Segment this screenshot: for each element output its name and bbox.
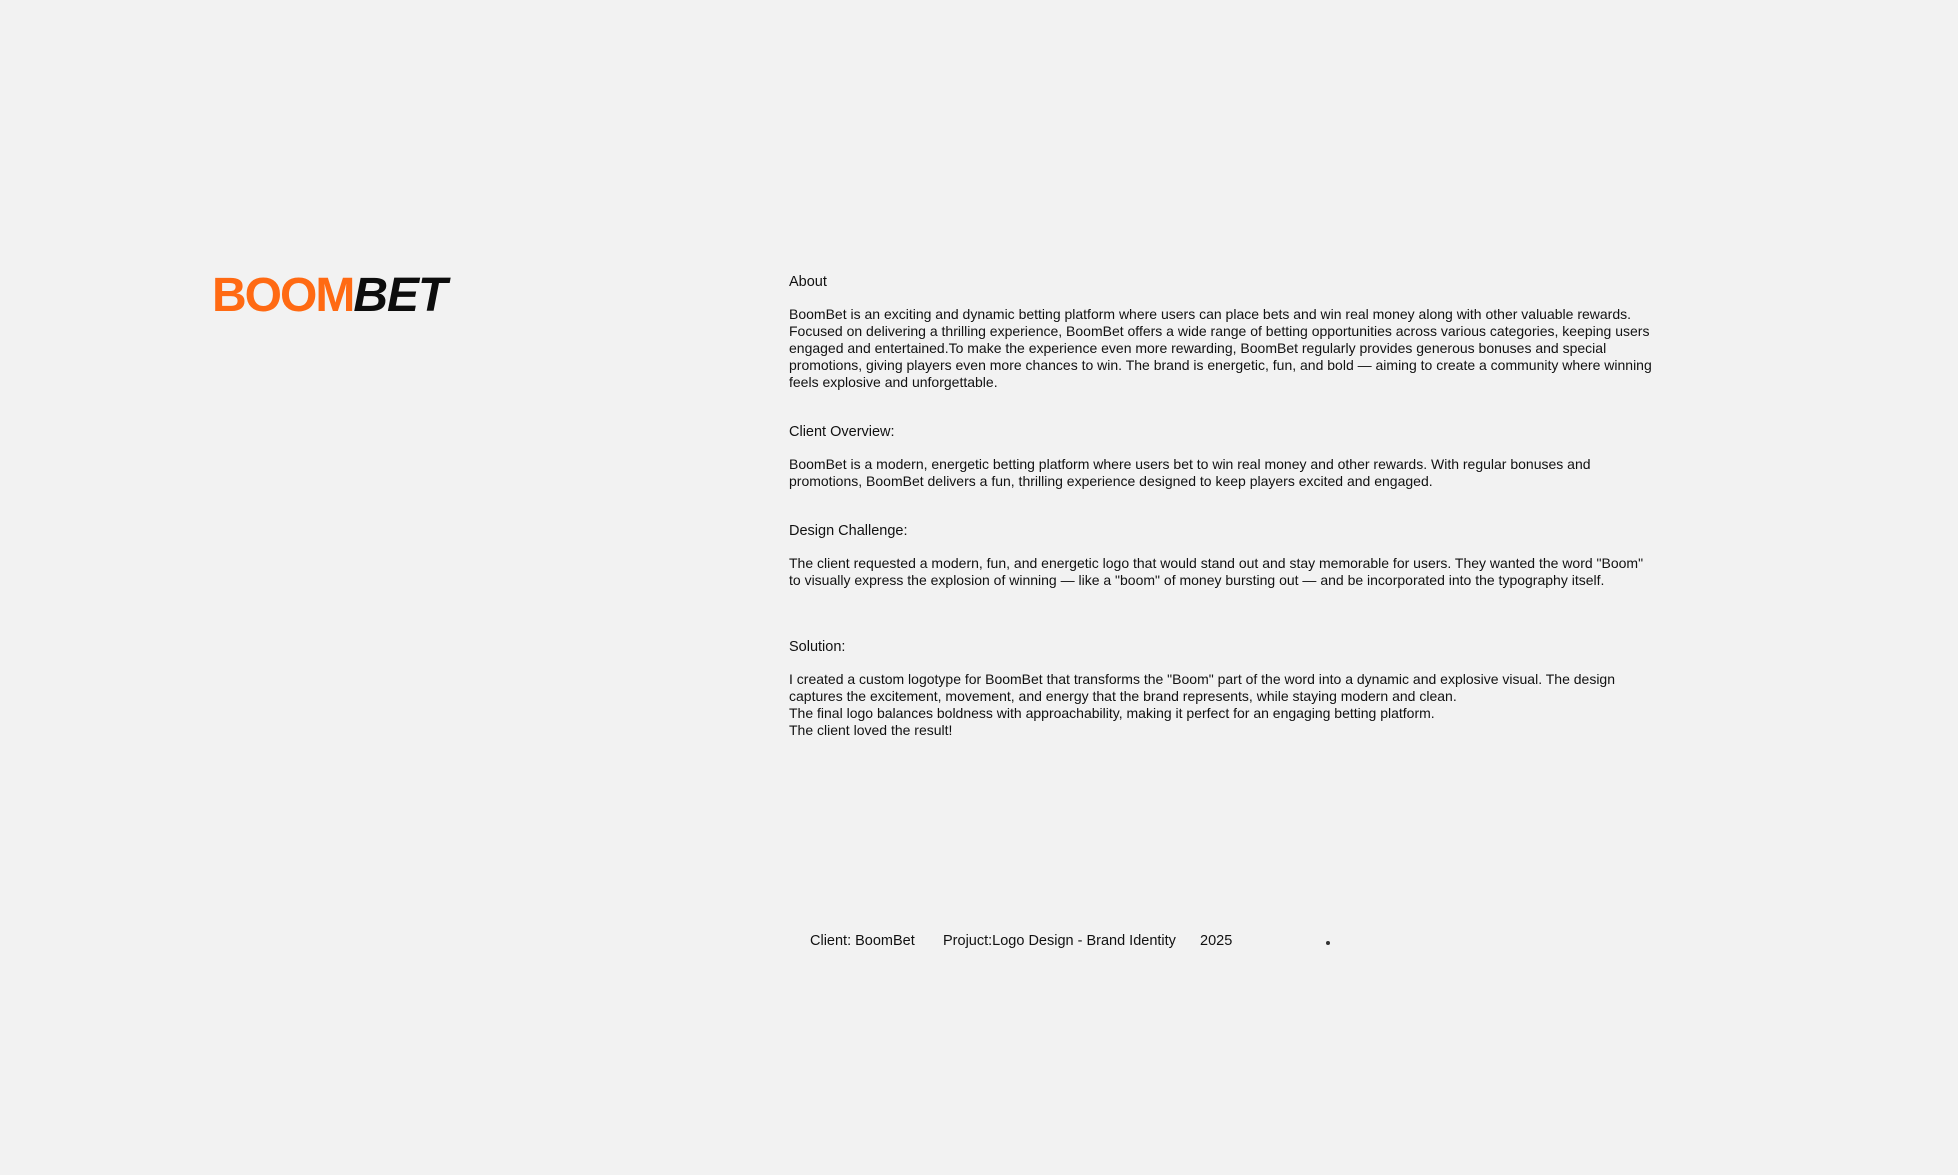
design-challenge-title: Design Challenge: bbox=[789, 523, 908, 539]
client-overview-title: Client Overview: bbox=[789, 424, 895, 440]
project-description: About BoomBet is an exciting and dynamic… bbox=[789, 274, 1669, 739]
solution-title: Solution: bbox=[789, 639, 846, 655]
brand-logo: BOOMBET bbox=[212, 269, 447, 322]
about-body: BoomBet is an exciting and dynamic betti… bbox=[789, 306, 1652, 390]
design-challenge-section: Design Challenge: The client requested a… bbox=[789, 523, 1669, 589]
about-title: About bbox=[789, 274, 827, 290]
meta-year: 2025 bbox=[1200, 933, 1233, 949]
solution-body: I created a custom logotype for BoomBet … bbox=[789, 671, 1615, 738]
about-section: About BoomBet is an exciting and dynamic… bbox=[789, 274, 1669, 391]
meta-client: Client: BoomBet bbox=[810, 933, 915, 949]
client-overview-body: BoomBet is a modern, energetic betting p… bbox=[789, 456, 1591, 489]
solution-section: Solution: I created a custom logotype fo… bbox=[789, 639, 1669, 739]
client-overview-section: Client Overview: BoomBet is a modern, en… bbox=[789, 424, 1669, 490]
logo-bet-text: BET bbox=[353, 269, 447, 322]
dot-icon bbox=[1326, 941, 1330, 945]
logo-boom-text: BOOM bbox=[212, 269, 355, 322]
meta-project: Projuct:Logo Design - Brand Identity bbox=[943, 933, 1176, 949]
design-challenge-body: The client requested a modern, fun, and … bbox=[789, 555, 1644, 588]
